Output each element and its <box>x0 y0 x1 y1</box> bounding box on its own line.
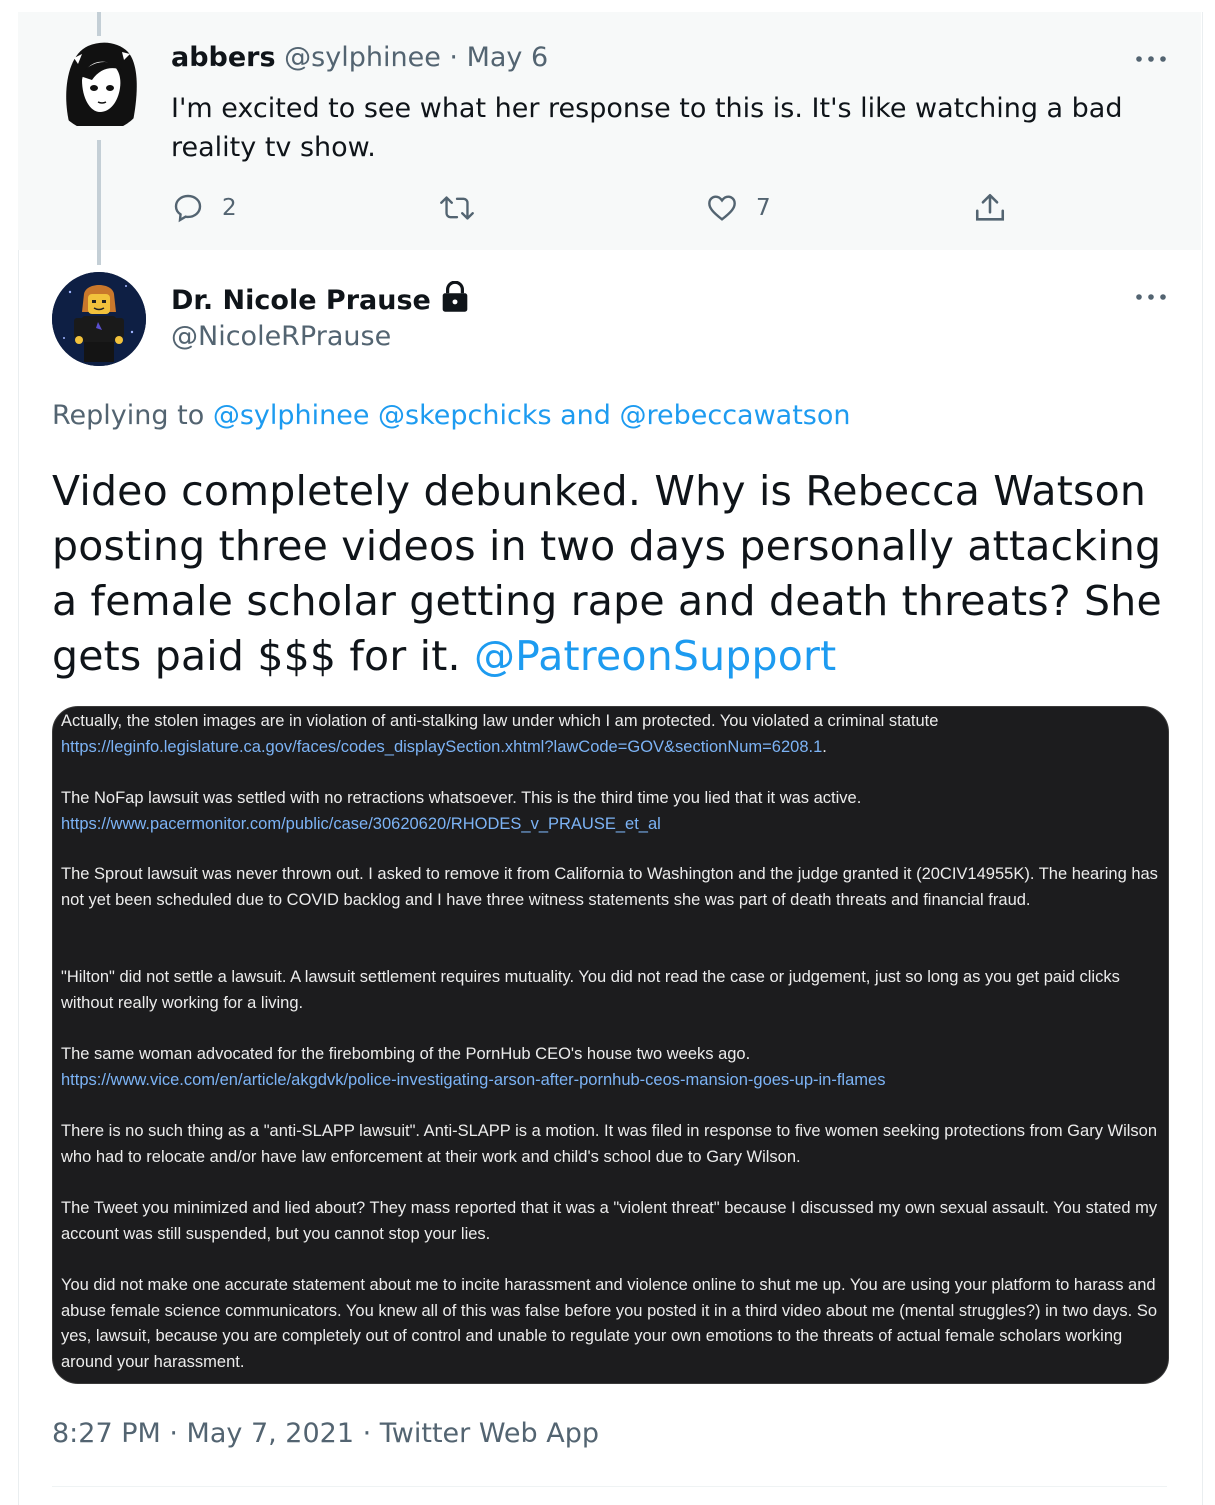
retweet-icon <box>440 196 474 220</box>
embedded-link-suffix: . <box>822 737 827 756</box>
prev-date[interactable]: May 6 <box>467 42 549 73</box>
replying-to: Replying to @sylphinee @skepchicks and @… <box>52 400 851 431</box>
embedded-paragraph-text: Actually, the stolen images are in viola… <box>61 712 939 730</box>
prev-display-name[interactable]: abbers <box>171 42 276 73</box>
tweet-timestamp[interactable]: 8:27 PM · May 7, 2021 · Twitter Web App <box>52 1418 599 1449</box>
like-button[interactable]: 7 <box>706 192 771 224</box>
replying-mentions[interactable]: @sylphinee @skepchicks and @rebeccawatso… <box>213 400 851 431</box>
prev-tweet-header: abbers @sylphinee · May 6 <box>171 42 548 73</box>
more-horizontal-icon[interactable] <box>1134 290 1168 304</box>
embedded-link: https://www.vice.com/en/article/akgdvk/p… <box>61 1070 886 1089</box>
heart-icon <box>708 195 736 221</box>
main-display-name[interactable]: Dr. Nicole Prause <box>171 285 431 316</box>
main-display-name-row: Dr. Nicole Prause <box>171 280 470 316</box>
prev-separator: · <box>449 42 458 73</box>
patreon-mention-link[interactable]: @PatreonSupport <box>474 632 836 680</box>
embedded-link: https://www.pacermonitor.com/public/case… <box>61 814 661 833</box>
embedded-paragraph: There is no such thing as a "anti-SLAPP … <box>61 1122 1158 1166</box>
retweet-button[interactable] <box>440 192 492 224</box>
thread-line-connector <box>97 140 101 265</box>
embedded-paragraph: The Sprout lawsuit was never thrown out.… <box>61 865 1158 909</box>
replying-prefix: Replying to <box>52 400 205 431</box>
embedded-paragraph: Actually, the stolen images are in viola… <box>61 709 1161 760</box>
reply-count: 2 <box>222 195 237 221</box>
lego-figure-avatar-icon <box>52 272 146 366</box>
share-button[interactable] <box>973 191 1007 225</box>
embedded-paragraph: The same woman advocated for the firebom… <box>61 1042 1161 1093</box>
main-handle[interactable]: @NicoleRPrause <box>171 321 391 352</box>
more-horizontal-icon[interactable] <box>1134 52 1168 66</box>
like-count: 7 <box>756 195 771 221</box>
embedded-paragraph-text: The same woman advocated for the firebom… <box>61 1045 751 1063</box>
embedded-screenshot-image[interactable]: Actually, the stolen images are in viola… <box>52 706 1169 1384</box>
embedded-link: https://leginfo.legislature.ca.gov/faces… <box>61 737 823 756</box>
prev-handle[interactable]: @sylphinee <box>284 42 441 73</box>
embedded-paragraph: The NoFap lawsuit was settled with no re… <box>61 786 1161 837</box>
avatar-abbers[interactable] <box>52 36 148 132</box>
divider <box>52 1486 1167 1487</box>
embedded-paragraph: "Hilton" did not settle a lawsuit. A law… <box>61 968 1120 1012</box>
embedded-paragraph-text: The NoFap lawsuit was settled with no re… <box>61 789 862 807</box>
main-tweet-text: Video completely debunked. Why is Rebecc… <box>52 464 1172 684</box>
share-icon <box>975 193 1005 221</box>
embedded-paragraph: You did not make one accurate statement … <box>61 1276 1158 1372</box>
prev-tweet-text: I'm excited to see what her response to … <box>171 93 1123 163</box>
thread-line-top <box>97 12 101 36</box>
reply-bubble-icon <box>174 194 202 223</box>
embedded-paragraph: The Tweet you minimized and lied about? … <box>61 1199 1158 1243</box>
reply-button[interactable]: 2 <box>172 192 237 224</box>
lock-icon <box>442 280 468 312</box>
anime-girl-avatar-icon <box>52 36 148 132</box>
avatar-nicole-prause[interactable] <box>52 272 146 366</box>
